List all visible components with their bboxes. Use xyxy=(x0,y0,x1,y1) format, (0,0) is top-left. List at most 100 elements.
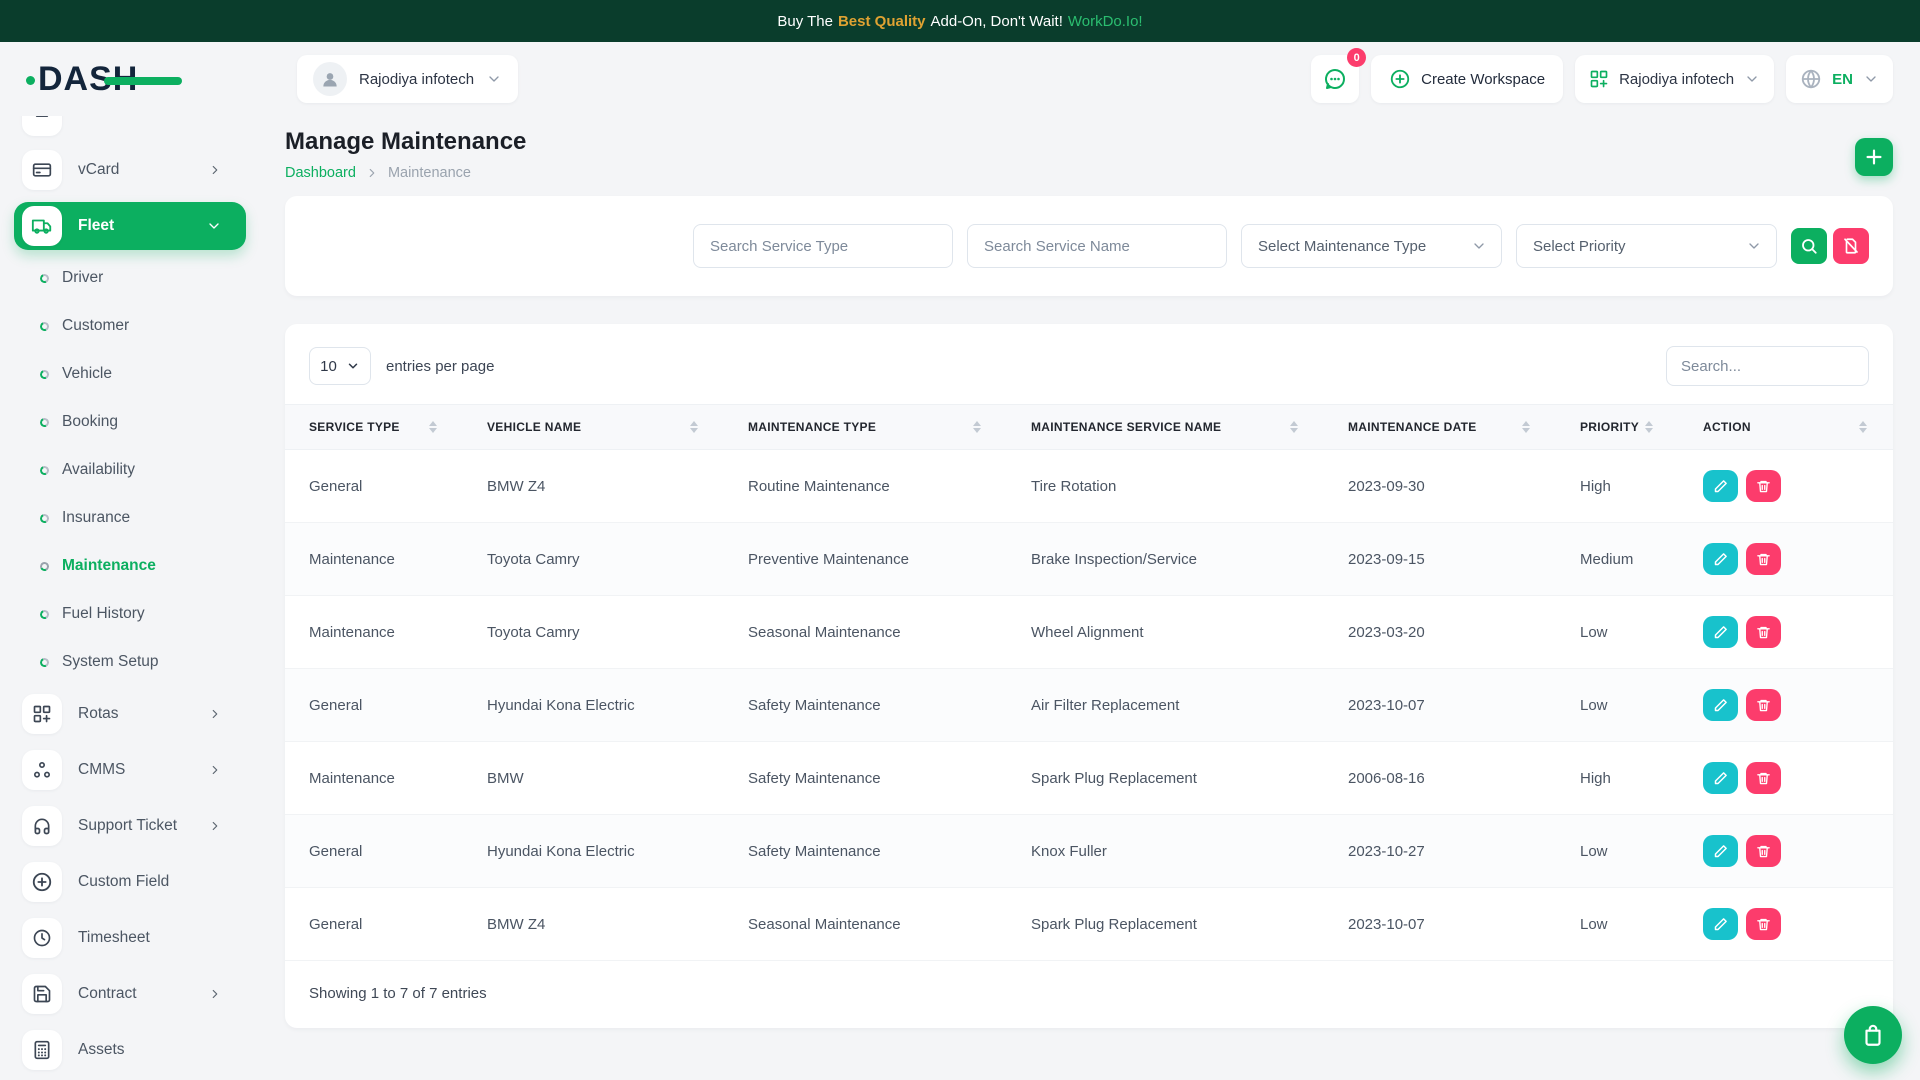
filter-search-button[interactable] xyxy=(1791,228,1827,264)
table-row: MaintenanceToyota CamrySeasonal Maintena… xyxy=(285,596,1893,669)
column-header-maintenance-type[interactable]: MAINTENANCE TYPE xyxy=(724,405,1007,450)
chevron-right-icon xyxy=(208,987,222,1001)
main-content: Manage Maintenance Dashboard Maintenance… xyxy=(260,116,1920,1080)
sidebar-item-vcard[interactable]: vCard xyxy=(14,142,246,198)
edit-button[interactable] xyxy=(1703,835,1738,867)
sidebar-item-vehicle[interactable]: Vehicle xyxy=(14,350,246,398)
sidebar-item-label: Contract xyxy=(78,985,137,1003)
table-row: GeneralHyundai Kona ElectricSafety Maint… xyxy=(285,669,1893,742)
column-header-priority[interactable]: PRIORITY xyxy=(1556,405,1679,450)
table-cell: High xyxy=(1556,742,1679,815)
header: DASH Rajodiya infotech 0 Create Workspac… xyxy=(0,42,1920,116)
service-type-search-input[interactable] xyxy=(693,224,953,268)
table-cell: Maintenance xyxy=(285,596,463,669)
delete-button[interactable] xyxy=(1746,616,1781,648)
workspace-dropdown[interactable]: Rajodiya infotech xyxy=(1575,55,1774,103)
table-cell: BMW Z4 xyxy=(463,450,724,523)
person-icon xyxy=(320,69,340,89)
banner-brand-link[interactable]: WorkDo.Io! xyxy=(1068,13,1143,30)
page-title: Manage Maintenance xyxy=(285,128,1893,156)
table-cell: 2023-09-30 xyxy=(1324,450,1556,523)
trash-icon xyxy=(1756,771,1771,786)
table-cell: Low xyxy=(1556,669,1679,742)
sidebar-item-label: Support Ticket xyxy=(78,817,177,835)
sidebar-item-contract[interactable]: Contract xyxy=(14,966,246,1022)
delete-button[interactable] xyxy=(1746,835,1781,867)
table-cell: General xyxy=(285,450,463,523)
create-workspace-button[interactable]: Create Workspace xyxy=(1371,55,1563,103)
sidebar-item-insurance[interactable]: Insurance xyxy=(14,494,246,542)
trash-icon xyxy=(1756,917,1771,932)
sidebar-item-fleet[interactable]: Fleet xyxy=(14,202,246,250)
delete-button[interactable] xyxy=(1746,908,1781,940)
promo-banner: Buy The Best Quality Add-On, Don't Wait!… xyxy=(0,0,1920,42)
column-header-action[interactable]: ACTION xyxy=(1679,405,1893,450)
bullet-icon xyxy=(39,464,51,476)
table-row: GeneralBMW Z4Seasonal MaintenanceSpark P… xyxy=(285,888,1893,961)
filter-reset-button[interactable] xyxy=(1833,228,1869,264)
sidebar-item-booking[interactable]: Booking xyxy=(14,398,246,446)
table-search-input[interactable] xyxy=(1666,346,1869,386)
search-icon xyxy=(1800,237,1818,255)
table-cell: Routine Maintenance xyxy=(724,450,1007,523)
sidebar-item-fuel-history[interactable]: Fuel History xyxy=(14,590,246,638)
edit-button[interactable] xyxy=(1703,470,1738,502)
sidebar-item-timesheet[interactable]: Timesheet xyxy=(14,910,246,966)
delete-button[interactable] xyxy=(1746,543,1781,575)
language-dropdown[interactable]: EN xyxy=(1786,55,1893,103)
breadcrumb-dashboard-link[interactable]: Dashboard xyxy=(285,165,356,181)
sidebar-item-support-ticket[interactable]: Support Ticket xyxy=(14,798,246,854)
workspace-name: Rajodiya infotech xyxy=(1619,71,1734,88)
sidebar-item-cmms[interactable]: CMMS xyxy=(14,742,246,798)
maintenance-type-select[interactable]: Select Maintenance Type xyxy=(1241,224,1502,268)
save-icon xyxy=(22,974,62,1014)
column-header-maintenance-date[interactable]: MAINTENANCE DATE xyxy=(1324,405,1556,450)
sidebar-item-label: System Setup xyxy=(62,653,159,671)
table-cell: Preventive Maintenance xyxy=(724,523,1007,596)
breadcrumb: Dashboard Maintenance xyxy=(285,165,1893,181)
edit-button[interactable] xyxy=(1703,543,1738,575)
table-cell: Wheel Alignment xyxy=(1007,596,1324,669)
table-cell: 2023-09-15 xyxy=(1324,523,1556,596)
table-cell: Seasonal Maintenance xyxy=(724,596,1007,669)
edit-button[interactable] xyxy=(1703,616,1738,648)
sidebar-item-assets[interactable]: Assets xyxy=(14,1022,246,1078)
table-footer: Showing 1 to 7 of 7 entries xyxy=(285,961,1893,1002)
dash-logo[interactable]: DASH xyxy=(38,60,138,99)
edit-button[interactable] xyxy=(1703,689,1738,721)
column-header-vehicle-name[interactable]: VEHICLE NAME xyxy=(463,405,724,450)
edit-button[interactable] xyxy=(1703,908,1738,940)
sidebar-item-driver[interactable]: Driver xyxy=(14,254,246,302)
priority-select[interactable]: Select Priority xyxy=(1516,224,1777,268)
edit-button[interactable] xyxy=(1703,762,1738,794)
notifications-button[interactable]: 0 xyxy=(1311,55,1359,103)
sidebar-item-label: Fuel History xyxy=(62,605,145,623)
sidebar-item-partial[interactable] xyxy=(22,116,246,136)
column-header-service-type[interactable]: SERVICE TYPE xyxy=(285,405,463,450)
column-header-maintenance-service-name[interactable]: MAINTENANCE SERVICE NAME xyxy=(1007,405,1324,450)
company-dropdown[interactable]: Rajodiya infotech xyxy=(297,55,518,103)
delete-button[interactable] xyxy=(1746,689,1781,721)
clock-icon xyxy=(22,918,62,958)
trash-icon xyxy=(1756,698,1771,713)
pencil-icon xyxy=(1713,552,1728,567)
sidebar-item-rotas[interactable]: Rotas xyxy=(14,686,246,742)
service-name-search-input[interactable] xyxy=(967,224,1227,268)
sidebar-item-custom-field[interactable]: Custom Field xyxy=(14,854,246,910)
file-off-icon xyxy=(1842,237,1860,255)
table-cell: General xyxy=(285,815,463,888)
table-header-row: SERVICE TYPEVEHICLE NAMEMAINTENANCE TYPE… xyxy=(285,405,1893,450)
chevron-down-icon xyxy=(346,359,360,373)
sidebar-item-maintenance[interactable]: Maintenance xyxy=(14,542,246,590)
sidebar-item-availability[interactable]: Availability xyxy=(14,446,246,494)
sort-icon xyxy=(1522,421,1530,433)
sidebar-item-customer[interactable]: Customer xyxy=(14,302,246,350)
sidebar-item-system-setup[interactable]: System Setup xyxy=(14,638,246,686)
pencil-icon xyxy=(1713,917,1728,932)
delete-button[interactable] xyxy=(1746,762,1781,794)
action-cell xyxy=(1679,450,1893,523)
cart-fab-button[interactable] xyxy=(1844,1006,1902,1064)
entries-per-page-select[interactable]: 10 xyxy=(309,347,371,385)
add-maintenance-button[interactable] xyxy=(1855,138,1893,176)
delete-button[interactable] xyxy=(1746,470,1781,502)
